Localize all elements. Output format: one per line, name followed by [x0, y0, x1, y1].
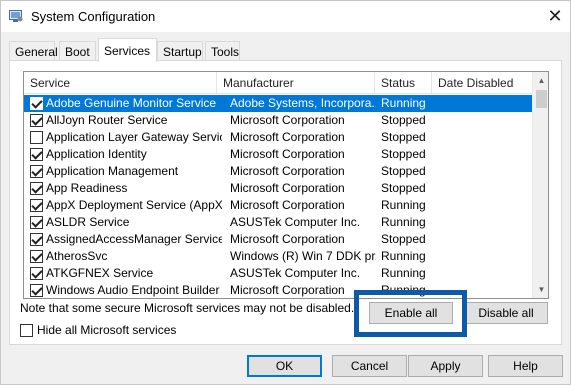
table-row[interactable]: AllJoyn Router Service Microsoft Corpora…: [24, 112, 532, 129]
service-name: AppX Deployment Service (AppX...: [46, 198, 222, 212]
service-name: ATKGFNEX Service: [46, 266, 154, 280]
hide-microsoft-services-checkbox[interactable]: [20, 324, 33, 337]
table-row[interactable]: AppX Deployment Service (AppX... Microso…: [24, 197, 532, 214]
services-list[interactable]: Service Manufacturer Status Date Disable…: [23, 71, 549, 299]
window-title: System Configuration: [31, 9, 156, 24]
service-manufacturer: Microsoft Corporation: [230, 198, 345, 212]
service-checkbox[interactable]: [30, 97, 43, 110]
service-manufacturer: Adobe Systems, Incorpora...: [230, 96, 376, 110]
disable-all-button[interactable]: Disable all: [464, 302, 548, 324]
service-name: Adobe Genuine Monitor Service: [46, 96, 217, 110]
service-name: AssignedAccessManager Service: [46, 232, 222, 246]
service-name: ASLDR Service: [46, 215, 130, 229]
service-manufacturer: Microsoft Corporation: [230, 113, 345, 127]
table-row[interactable]: App Readiness Microsoft Corporation Stop…: [24, 180, 532, 197]
close-icon: ✕: [547, 5, 563, 26]
service-manufacturer: ASUSTek Computer Inc.: [230, 215, 361, 229]
service-name: App Readiness: [46, 181, 128, 195]
service-checkbox[interactable]: [30, 148, 43, 161]
service-status: Stopped: [381, 113, 426, 127]
tab-startup[interactable]: Startup: [157, 41, 203, 61]
tab-boot[interactable]: Boot: [59, 41, 96, 61]
tab-tools[interactable]: Tools: [205, 41, 240, 61]
ok-button[interactable]: OK: [247, 355, 322, 377]
service-status: Stopped: [381, 232, 426, 246]
column-header-service[interactable]: Service: [24, 72, 217, 94]
table-row[interactable]: Adobe Genuine Monitor Service Adobe Syst…: [24, 95, 532, 112]
service-checkbox[interactable]: [30, 199, 43, 212]
service-checkbox[interactable]: [30, 182, 43, 195]
column-header-manufacturer[interactable]: Manufacturer: [217, 72, 375, 94]
table-row[interactable]: Application Layer Gateway Service Micros…: [24, 129, 532, 146]
service-status: Stopped: [381, 147, 426, 161]
scrollbar-thumb[interactable]: [536, 90, 547, 108]
service-manufacturer: Microsoft Corporation: [230, 181, 345, 195]
secure-services-note: Note that some secure Microsoft services…: [20, 301, 355, 315]
title-bar: System Configuration ✕: [1, 1, 570, 32]
scroll-down-arrow-icon[interactable]: ▼: [533, 281, 548, 298]
service-checkbox[interactable]: [30, 233, 43, 246]
service-checkbox[interactable]: [30, 250, 43, 263]
service-status: Running: [381, 266, 426, 280]
service-manufacturer: ASUSTek Computer Inc.: [230, 266, 361, 280]
vertical-scrollbar[interactable]: ▲ ▼: [532, 72, 548, 298]
column-header-status[interactable]: Status: [375, 72, 432, 94]
service-name: Application Layer Gateway Service: [46, 130, 222, 144]
service-status: Stopped: [381, 164, 426, 178]
service-status: Running: [381, 96, 426, 110]
apply-button[interactable]: Apply: [408, 355, 483, 377]
service-checkbox[interactable]: [30, 165, 43, 178]
table-row[interactable]: ATKGFNEX Service ASUSTek Computer Inc. R…: [24, 265, 532, 282]
system-configuration-window: System Configuration ✕ General Boot Serv…: [0, 0, 571, 385]
service-name: AllJoyn Router Service: [46, 113, 168, 127]
service-manufacturer: Microsoft Corporation: [230, 232, 345, 246]
cancel-button[interactable]: Cancel: [332, 355, 407, 377]
list-rows: Adobe Genuine Monitor Service Adobe Syst…: [24, 95, 532, 298]
service-manufacturer: Microsoft Corporation: [230, 147, 345, 161]
table-row[interactable]: Application Management Microsoft Corpora…: [24, 163, 532, 180]
table-row[interactable]: ASLDR Service ASUSTek Computer Inc. Runn…: [24, 214, 532, 231]
service-status: Stopped: [381, 130, 426, 144]
list-header: Service Manufacturer Status Date Disable…: [24, 72, 532, 94]
service-name: Windows Audio Endpoint Builder: [46, 283, 220, 297]
service-status: Running: [381, 215, 426, 229]
close-button[interactable]: ✕: [541, 3, 569, 29]
tab-services[interactable]: Services: [98, 38, 157, 62]
service-manufacturer: Windows (R) Win 7 DDK pr...: [230, 249, 376, 263]
service-name: Application Management: [46, 164, 179, 178]
service-checkbox[interactable]: [30, 114, 43, 127]
service-checkbox[interactable]: [30, 284, 43, 297]
hide-microsoft-services-label[interactable]: Hide all Microsoft services: [37, 323, 176, 337]
service-status: Running: [381, 198, 426, 212]
table-row[interactable]: Application Identity Microsoft Corporati…: [24, 146, 532, 163]
service-checkbox[interactable]: [30, 216, 43, 229]
service-status: Stopped: [381, 181, 426, 195]
service-name: AtherosSvc: [46, 249, 108, 263]
enable-all-highlight-frame: [354, 290, 467, 337]
help-button[interactable]: Help: [488, 355, 563, 377]
column-header-date-disabled[interactable]: Date Disabled: [432, 72, 532, 94]
service-checkbox[interactable]: [30, 267, 43, 280]
table-row[interactable]: AssignedAccessManager Service Microsoft …: [24, 231, 532, 248]
msconfig-app-icon: [9, 10, 23, 22]
service-status: Running: [381, 249, 426, 263]
table-row[interactable]: AtherosSvc Windows (R) Win 7 DDK pr... R…: [24, 248, 532, 265]
service-manufacturer: Microsoft Corporation: [230, 130, 345, 144]
service-name: Application Identity: [46, 147, 147, 161]
scroll-up-arrow-icon[interactable]: ▲: [533, 72, 548, 89]
service-manufacturer: Microsoft Corporation: [230, 164, 345, 178]
service-checkbox[interactable]: [30, 131, 43, 144]
tab-general[interactable]: General: [9, 41, 58, 61]
